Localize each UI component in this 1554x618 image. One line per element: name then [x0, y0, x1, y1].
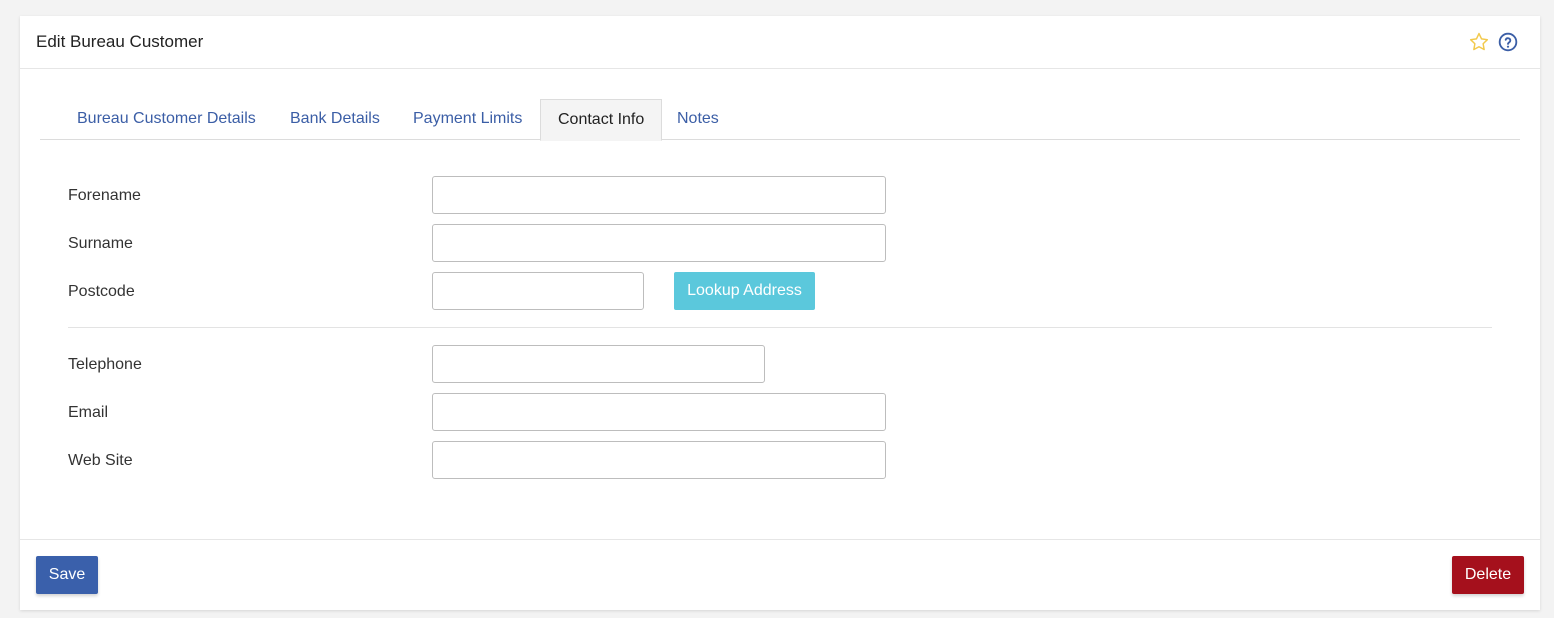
edit-customer-card: Edit Bureau Customer Bureau Customer Det…: [20, 16, 1540, 610]
question-circle-icon[interactable]: [1498, 32, 1518, 52]
telephone-label: Telephone: [68, 356, 142, 373]
card-header: Edit Bureau Customer: [20, 16, 1540, 69]
email-label: Email: [68, 404, 109, 421]
tab-contact-info[interactable]: Contact Info: [540, 99, 663, 141]
tab-payment-limits[interactable]: Payment Limits: [396, 99, 539, 140]
forename-label: Forename: [68, 187, 141, 204]
tab-bar: Bureau Customer Details Bank Details Pay…: [40, 99, 1520, 141]
save-button[interactable]: Save: [36, 556, 98, 594]
surname-input[interactable]: [432, 224, 886, 262]
form-divider: [68, 327, 1492, 328]
header-icons: [1468, 31, 1518, 53]
website-label: Web Site: [68, 452, 133, 469]
postcode-input[interactable]: [432, 272, 644, 310]
lookup-address-button[interactable]: Lookup Address: [674, 272, 815, 310]
telephone-input[interactable]: [432, 345, 765, 383]
tab-bank-details[interactable]: Bank Details: [273, 99, 397, 140]
surname-label: Surname: [68, 235, 133, 252]
email-input[interactable]: [432, 393, 886, 431]
card-footer: Save Delete: [20, 539, 1540, 610]
star-outline-icon[interactable]: [1468, 31, 1490, 53]
delete-button[interactable]: Delete: [1452, 556, 1524, 594]
tab-notes[interactable]: Notes: [660, 99, 736, 140]
page-title: Edit Bureau Customer: [36, 32, 204, 51]
postcode-label: Postcode: [68, 283, 135, 300]
forename-input[interactable]: [432, 176, 886, 214]
website-input[interactable]: [432, 441, 886, 479]
tab-bureau-customer-details[interactable]: Bureau Customer Details: [60, 99, 273, 140]
